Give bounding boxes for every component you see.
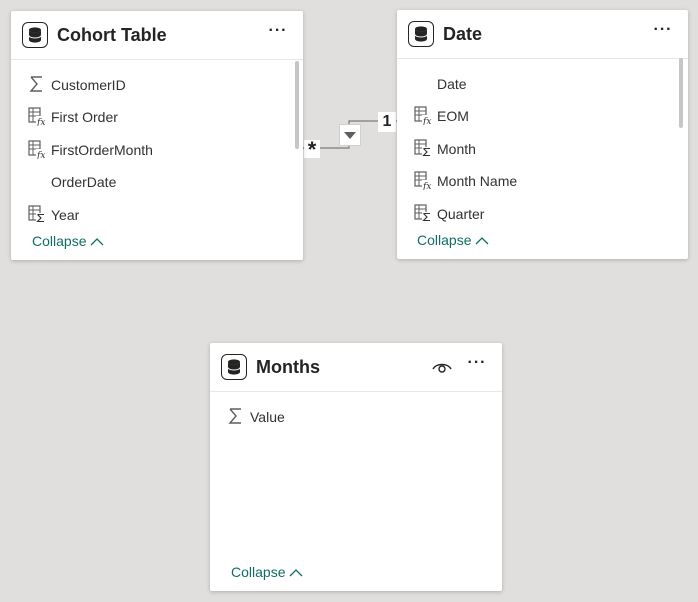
- field-label: EOM: [437, 108, 469, 124]
- table-title: Cohort Table: [57, 25, 167, 45]
- hierarchy-sum-icon: [413, 203, 433, 223]
- scrollbar[interactable]: [295, 61, 299, 149]
- svg-text:fx: fx: [36, 151, 45, 159]
- more-options-icon[interactable]: ···: [466, 355, 488, 376]
- field-label: Value: [250, 409, 285, 425]
- field-label: Date: [437, 76, 467, 92]
- filter-direction-icon: [344, 132, 356, 139]
- field-label: Month Name: [437, 173, 518, 189]
- calculated-column-icon: fx: [413, 105, 433, 127]
- calculated-column-icon: fx: [413, 170, 433, 192]
- collapse-label: Collapse: [231, 564, 286, 580]
- sigma-icon: [226, 406, 246, 426]
- database-icon: [22, 22, 48, 48]
- table-header[interactable]: Months ···: [210, 343, 502, 392]
- database-icon: [408, 21, 434, 47]
- table-card-cohort[interactable]: Cohort Table ··· CustomerID fx First Ord…: [11, 11, 303, 260]
- field-label: Year: [51, 207, 80, 223]
- field-month[interactable]: Month: [397, 133, 676, 163]
- scrollbar[interactable]: [679, 58, 683, 128]
- hierarchy-sum-icon: [413, 138, 433, 158]
- collapse-button[interactable]: Collapse: [417, 232, 489, 248]
- svg-text:fx: fx: [422, 182, 431, 190]
- more-options-icon[interactable]: ···: [267, 23, 289, 44]
- field-label: First Order: [51, 109, 118, 125]
- field-date[interactable]: Date: [397, 68, 676, 98]
- field-label: FirstOrderMonth: [51, 142, 153, 158]
- collapse-label: Collapse: [417, 232, 472, 248]
- relationship-direction-button[interactable]: [339, 124, 361, 146]
- chevron-up-icon: [476, 237, 489, 245]
- sigma-icon: [27, 74, 47, 94]
- field-year[interactable]: Year: [11, 199, 291, 229]
- table-card-date[interactable]: Date ··· Date fx EOM Month fx Month Name…: [397, 10, 688, 259]
- svg-text:fx: fx: [422, 117, 431, 125]
- field-label: OrderDate: [51, 174, 117, 190]
- table-header[interactable]: Date ···: [397, 10, 688, 59]
- field-value[interactable]: Value: [210, 401, 490, 431]
- field-orderdate[interactable]: OrderDate: [11, 166, 291, 196]
- collapse-button[interactable]: Collapse: [231, 564, 303, 580]
- hierarchy-sum-icon: [27, 204, 47, 224]
- field-month-name[interactable]: fx Month Name: [397, 165, 676, 195]
- field-eom[interactable]: fx EOM: [397, 100, 676, 130]
- field-customerid[interactable]: CustomerID: [11, 69, 291, 99]
- calculated-column-icon: fx: [27, 106, 47, 128]
- more-options-icon[interactable]: ···: [652, 22, 674, 43]
- relationship-many-marker: *: [304, 139, 320, 161]
- field-label: Month: [437, 141, 476, 157]
- field-label: Quarter: [437, 206, 485, 222]
- field-label: CustomerID: [51, 77, 126, 93]
- table-title: Date: [443, 24, 483, 44]
- chevron-up-icon: [91, 238, 104, 246]
- calculated-column-icon: fx: [27, 139, 47, 161]
- chevron-up-icon: [290, 569, 303, 577]
- relationship-one-marker: 1: [378, 112, 396, 132]
- database-icon: [221, 354, 247, 380]
- visibility-eye-icon[interactable]: [431, 358, 453, 376]
- field-firstordermonth[interactable]: fx FirstOrderMonth: [11, 134, 291, 164]
- table-title: Months: [256, 357, 320, 377]
- collapse-label: Collapse: [32, 233, 87, 249]
- collapse-button[interactable]: Collapse: [32, 233, 104, 249]
- field-first-order[interactable]: fx First Order: [11, 101, 291, 131]
- table-header[interactable]: Cohort Table ···: [11, 11, 303, 60]
- svg-text:fx: fx: [36, 118, 45, 126]
- field-quarter[interactable]: Quarter: [397, 198, 676, 228]
- table-card-months[interactable]: Months ··· Value Collapse: [210, 343, 502, 591]
